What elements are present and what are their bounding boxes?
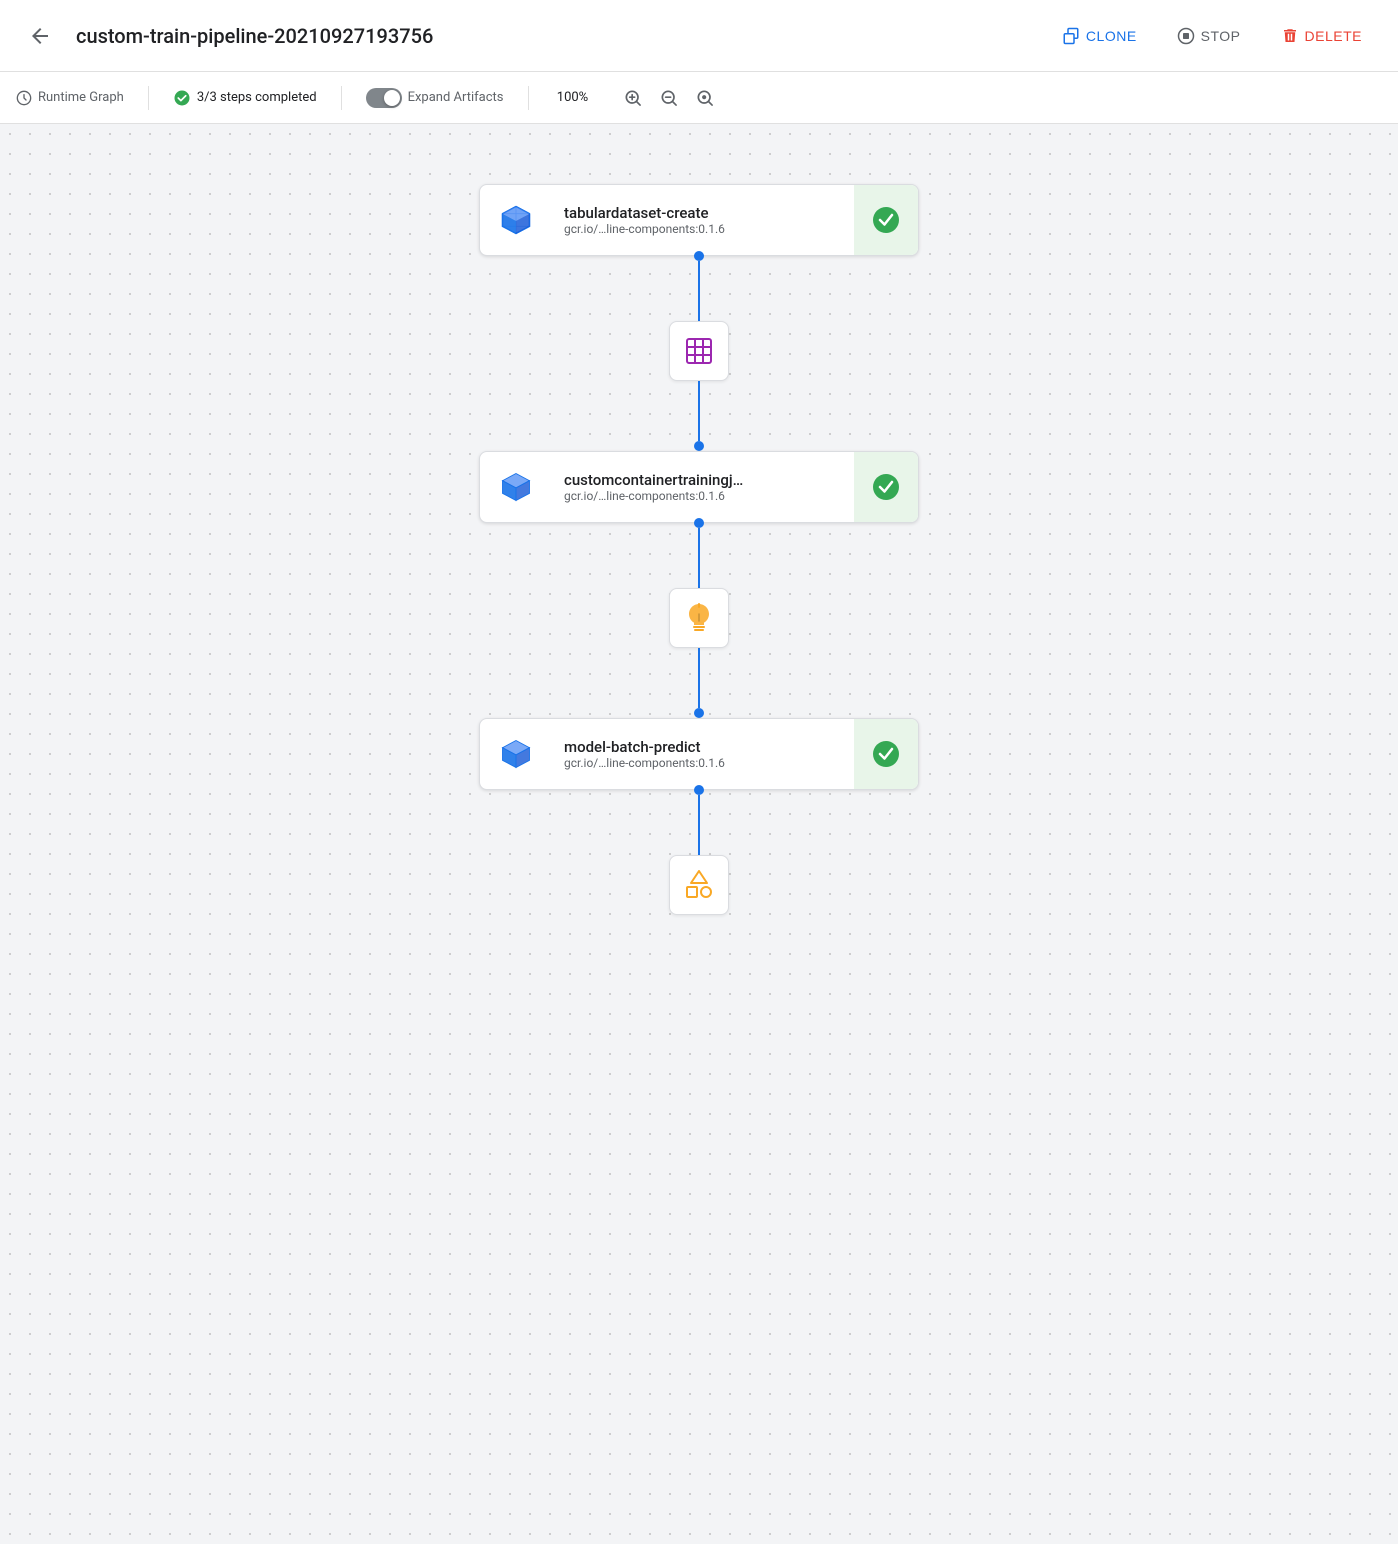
- expand-artifacts-toggle[interactable]: Expand Artifacts: [366, 84, 504, 112]
- pipeline-flow: tabulardataset-create gcr.io/…line-compo…: [459, 184, 939, 915]
- node-model-batch-predict[interactable]: model-batch-predict gcr.io/…line-compone…: [479, 718, 919, 790]
- artifact-node-dataset[interactable]: [669, 321, 729, 381]
- artifact-node-output[interactable]: [669, 855, 729, 915]
- zoom-in-button[interactable]: [617, 82, 649, 114]
- connector-3: [698, 523, 700, 588]
- connector-2: [698, 381, 700, 451]
- page-header: custom-train-pipeline-20210927193756 CLO…: [0, 0, 1398, 72]
- runtime-graph-item[interactable]: Runtime Graph: [16, 86, 124, 110]
- node2-status: [854, 451, 918, 523]
- steps-completed: 3/3 steps completed: [173, 89, 317, 107]
- node1-subtitle: gcr.io/…line-components:0.1.6: [564, 222, 842, 236]
- zoom-reset-button[interactable]: [689, 82, 721, 114]
- node3-icon-area: [480, 718, 552, 790]
- node1-icon-area: [480, 184, 552, 256]
- divider-1: [148, 86, 149, 110]
- artifact-node-model[interactable]: [669, 588, 729, 648]
- node3-content: model-batch-predict gcr.io/…line-compone…: [552, 730, 854, 778]
- header-actions: CLONE STOP DELETE: [1046, 19, 1378, 53]
- node1-name: tabulardataset-create: [564, 204, 842, 222]
- page-title: custom-train-pipeline-20210927193756: [76, 24, 1030, 48]
- steps-label: 3/3 steps completed: [197, 90, 317, 105]
- expand-artifacts-label: Expand Artifacts: [408, 90, 504, 105]
- node2-icon-area: [480, 451, 552, 523]
- node-tabulardataset-create[interactable]: tabulardataset-create gcr.io/…line-compo…: [479, 184, 919, 256]
- back-button[interactable]: [20, 16, 60, 56]
- toolbar: Runtime Graph 3/3 steps completed Expand…: [0, 72, 1398, 124]
- node1-content: tabulardataset-create gcr.io/…line-compo…: [552, 196, 854, 244]
- connector-5: [698, 790, 700, 855]
- divider-2: [341, 86, 342, 110]
- node3-name: model-batch-predict: [564, 738, 842, 756]
- clone-button[interactable]: CLONE: [1046, 19, 1153, 53]
- connector-1: [698, 256, 700, 321]
- connector-4: [698, 648, 700, 718]
- pipeline-canvas: tabulardataset-create gcr.io/…line-compo…: [0, 124, 1398, 1544]
- divider-3: [528, 86, 529, 110]
- node1-status: [854, 184, 918, 256]
- zoom-controls: [617, 82, 721, 114]
- runtime-graph-label: Runtime Graph: [38, 90, 124, 105]
- node-customcontainertraining[interactable]: customcontainertrainingj… gcr.io/…line-c…: [479, 451, 919, 523]
- node3-status: [854, 718, 918, 790]
- node2-content: customcontainertrainingj… gcr.io/…line-c…: [552, 463, 854, 511]
- zoom-out-button[interactable]: [653, 82, 685, 114]
- node2-name: customcontainertrainingj…: [564, 471, 842, 489]
- node3-subtitle: gcr.io/…line-components:0.1.6: [564, 756, 842, 770]
- node2-subtitle: gcr.io/…line-components:0.1.6: [564, 489, 842, 503]
- stop-button[interactable]: STOP: [1161, 19, 1257, 53]
- delete-button[interactable]: DELETE: [1265, 19, 1378, 53]
- zoom-level: 100%: [553, 90, 593, 105]
